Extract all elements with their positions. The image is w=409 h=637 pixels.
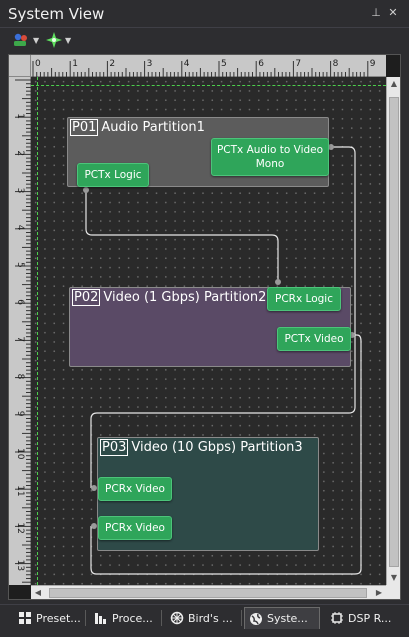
green-star-icon — [46, 32, 62, 48]
wire-pctx-logic-to-pcrx-logic[interactable] — [85, 190, 279, 282]
partition-id-badge: P02 — [72, 289, 101, 306]
tab-label: Preset... — [36, 611, 81, 625]
scroll-down-icon[interactable]: ▼ — [387, 571, 400, 585]
shapes-color-button[interactable]: ▼ — [12, 31, 39, 49]
ruler-label: 7 — [15, 336, 25, 342]
chevron-down-icon: ▼ — [65, 35, 72, 45]
port-pctx-logic[interactable] — [83, 187, 89, 193]
ruler-label: 4 — [184, 59, 190, 69]
horizontal-scroll-thumb[interactable] — [49, 588, 367, 598]
ruler-label: 13 — [15, 560, 25, 571]
close-icon[interactable]: ✕ — [386, 6, 400, 20]
ruler-label: 8 — [333, 59, 339, 69]
node-pcrx-logic[interactable]: PCRx Logic — [267, 287, 341, 311]
shapes-color-icon — [14, 33, 27, 46]
chip-icon — [331, 612, 343, 624]
chevron-down-icon: ▼ — [33, 35, 40, 45]
partition-title: P01 Audio Partition1 — [70, 119, 205, 136]
ruler-label: 4 — [15, 225, 25, 231]
tab-label: Proce... — [112, 611, 153, 625]
partition-name: Audio Partition1 — [101, 120, 205, 135]
ruler-label: 3 — [15, 188, 25, 194]
ruler-label: 7 — [295, 59, 301, 69]
ruler-label: 12 — [15, 522, 25, 533]
node-pctx-logic[interactable]: PCTx Logic — [77, 163, 149, 187]
globe-icon — [250, 612, 262, 625]
node-pctx-audio-to-video-mono[interactable]: PCTx Audio to Video Mono — [211, 138, 329, 176]
scroll-corner — [386, 585, 400, 599]
tab-separator — [85, 610, 86, 626]
bar-chart-icon — [95, 613, 106, 624]
grid-icon — [19, 612, 31, 624]
tab-birds-eye[interactable]: Bird's ... — [166, 607, 242, 629]
ruler-label: 5 — [15, 262, 25, 268]
bottom-tab-bar: Preset... Proce... Bird's ... Syste... D… — [0, 604, 409, 630]
partition-name: Video (1 Gbps) Partition2 — [103, 290, 267, 305]
ruler-label: 6 — [258, 59, 264, 69]
partition-title: P03 Video (10 Gbps) Partition3 — [100, 439, 303, 456]
horizontal-ruler: 0 1 2 3 4 5 6 7 8 9 — [31, 55, 386, 77]
ruler-label: 9 — [370, 59, 376, 69]
ruler-label: 8 — [15, 374, 25, 380]
node-pcrx-video-1[interactable]: PCRx Video — [98, 477, 172, 501]
vertical-ruler-ticks: 12345678910111213 — [15, 79, 31, 583]
vertical-scroll-thumb[interactable] — [389, 97, 399, 567]
ruler-label: 1 — [72, 59, 78, 69]
ruler-corner — [9, 55, 31, 77]
scroll-up-icon[interactable]: ▲ — [387, 77, 400, 91]
scroll-right-icon[interactable]: ▶ — [372, 586, 386, 599]
diagram-canvas[interactable]: P01 Audio Partition1 PCTx Logic PCTx Audi… — [31, 77, 386, 585]
tab-processing[interactable]: Proce... — [90, 607, 162, 629]
toolbar: ▼ ▼ — [0, 28, 409, 52]
tab-label: DSP R... — [348, 611, 392, 625]
port-pcrx-logic[interactable] — [275, 279, 281, 285]
ruler-label: 1 — [15, 113, 25, 119]
vertical-ruler: 1 2 3 4 5 6 7 8 9 10 11 12 13 — [9, 77, 31, 585]
system-view-viewport: 0123456789 1 2 3 4 5 6 7 8 9 10 11 12 13 P01 Audio Pa… — [8, 54, 401, 600]
horizontal-ruler-ticks: 0 1 2 3 4 5 6 7 8 9 — [32, 59, 376, 77]
ruler-label: 11 — [15, 485, 25, 496]
node-pcrx-video-2[interactable]: PCRx Video — [98, 516, 172, 540]
tab-label: Bird's ... — [188, 611, 233, 625]
partition-title: P02 Video (1 Gbps) Partition2 — [72, 289, 267, 306]
node-pctx-video[interactable]: PCTx Video — [277, 327, 351, 351]
ruler-label: 0 — [35, 59, 41, 69]
scroll-left-icon[interactable]: ◀ — [31, 586, 45, 599]
horizontal-scrollbar[interactable]: ◀ ▶ — [31, 585, 386, 599]
ruler-label: 5 — [221, 59, 227, 69]
ruler-label: 3 — [147, 59, 153, 69]
ruler-label: 10 — [15, 448, 25, 460]
ruler-label: 2 — [15, 150, 25, 156]
tab-separator — [161, 610, 162, 626]
ruler-label: 2 — [109, 59, 115, 69]
tab-dsp-resources[interactable]: DSP R... — [326, 607, 396, 629]
partition-name: Video (10 Gbps) Partition3 — [131, 440, 303, 455]
panel-title: System View — [8, 5, 105, 23]
star-tool-button[interactable]: ▼ — [46, 31, 71, 49]
panel-titlebar: System View ⊥ ✕ — [0, 0, 409, 28]
ruler-label: 9 — [15, 411, 25, 417]
tab-label: Syste... — [267, 612, 308, 625]
partition-id-badge: P01 — [70, 119, 99, 136]
partition-id-badge: P03 — [100, 439, 129, 456]
vertical-scrollbar[interactable]: ▲ ▼ — [386, 77, 400, 585]
tab-separator — [241, 610, 242, 626]
tab-presets[interactable]: Preset... — [14, 607, 86, 629]
pin-icon[interactable]: ⊥ — [369, 6, 383, 20]
tab-system-view[interactable]: Syste... — [244, 607, 320, 629]
ruler-label: 6 — [15, 299, 25, 305]
bird-eye-icon — [170, 611, 184, 625]
